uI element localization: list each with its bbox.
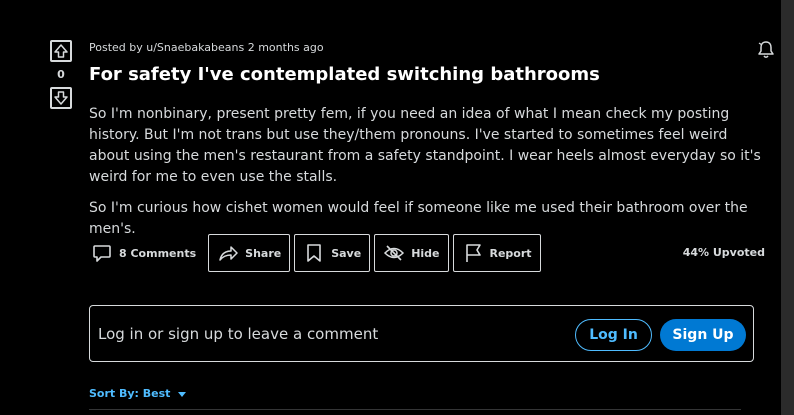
login-button[interactable]: Log In	[575, 319, 652, 351]
save-label: Save	[331, 246, 362, 260]
vote-score: 0	[57, 68, 65, 81]
sort-dropdown[interactable]: Sort By: Best	[89, 387, 188, 400]
share-icon	[219, 246, 238, 261]
post-body: So I'm nonbinary, present pretty fem, if…	[89, 104, 769, 250]
save-button[interactable]: Save	[294, 234, 371, 272]
flag-icon	[465, 244, 481, 262]
divider	[89, 409, 741, 410]
top-strip	[0, 0, 781, 30]
post-paragraph: So I'm nonbinary, present pretty fem, if…	[89, 106, 761, 185]
post-title[interactable]: For safety I've contemplated switching b…	[89, 64, 600, 85]
arrow-down-icon	[54, 91, 68, 105]
sort-label: Sort By: Best	[89, 387, 171, 400]
upvote-button[interactable]	[50, 40, 72, 62]
signup-button[interactable]: Sign Up	[660, 319, 746, 351]
bell-icon[interactable]	[756, 40, 776, 60]
login-prompt-text: Log in or sign up to leave a comment	[98, 325, 379, 343]
post-meta: Posted by u/Snaebakabeans 2 months ago	[89, 41, 324, 54]
caret-down-icon	[178, 391, 187, 397]
comments-button[interactable]: 8 Comments	[89, 234, 196, 272]
post-actions: 8 Comments Share Save Hide Report	[89, 234, 545, 272]
comments-label: 8 Comments	[119, 246, 197, 260]
report-label: Report	[489, 246, 532, 260]
comment-icon	[93, 245, 111, 262]
eye-slash-icon	[384, 245, 405, 261]
share-button[interactable]: Share	[208, 234, 291, 272]
upvote-ratio: 44% Upvoted	[682, 246, 765, 259]
share-label: Share	[245, 246, 282, 260]
scrollbar-track[interactable]	[781, 0, 794, 415]
hide-button[interactable]: Hide	[374, 234, 449, 272]
bookmark-icon	[307, 244, 322, 262]
login-prompt-box: Log in or sign up to leave a comment Log…	[89, 305, 754, 362]
vote-column: 0	[48, 40, 74, 109]
arrow-up-icon	[54, 44, 68, 58]
report-button[interactable]: Report	[452, 234, 541, 272]
hide-label: Hide	[411, 246, 440, 260]
downvote-button[interactable]	[50, 87, 72, 109]
